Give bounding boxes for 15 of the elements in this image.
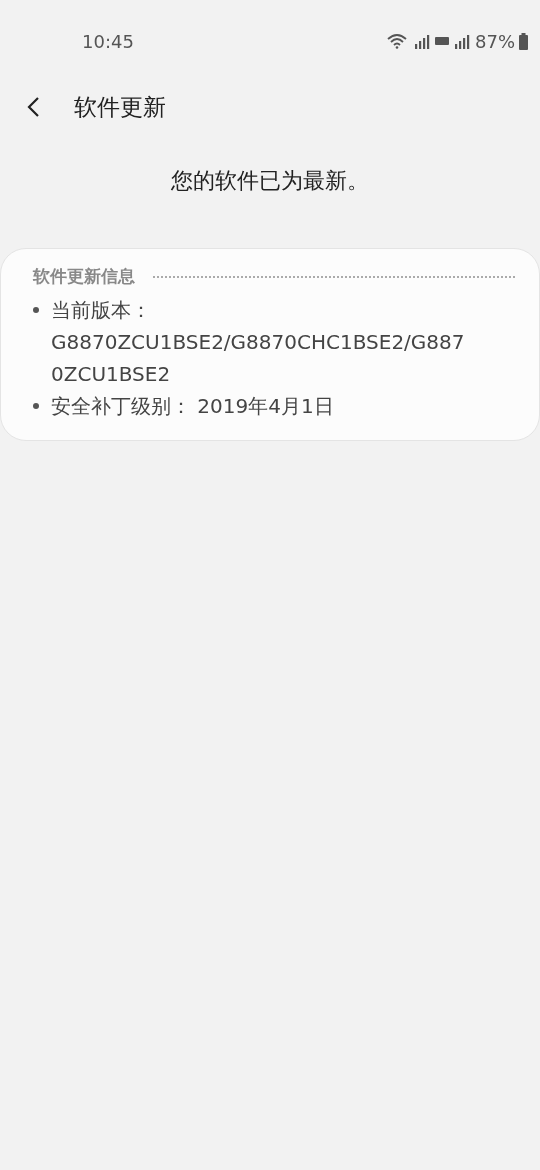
signal-icon <box>453 33 471 49</box>
wifi-icon <box>387 33 409 49</box>
status-time: 10:45 <box>82 30 134 52</box>
info-text: 安全补丁级别： 2019年4月1日 <box>51 393 335 420</box>
page-title: 软件更新 <box>74 92 166 122</box>
signal-icon <box>413 33 431 49</box>
back-icon <box>26 96 40 118</box>
status-message: 您的软件已为最新。 <box>170 167 370 195</box>
bullet-icon <box>33 307 39 313</box>
hd-icon <box>435 36 449 46</box>
bullet-icon <box>33 403 39 409</box>
info-text: 当前版本：G8870ZCU1BSE2/G8870CHC1BSE2/G8870ZCU1BSE2 <box>51 297 466 388</box>
battery-percent: 87% <box>475 30 515 52</box>
battery-icon <box>519 32 528 50</box>
card-title: 软件更新信息 <box>33 265 135 288</box>
